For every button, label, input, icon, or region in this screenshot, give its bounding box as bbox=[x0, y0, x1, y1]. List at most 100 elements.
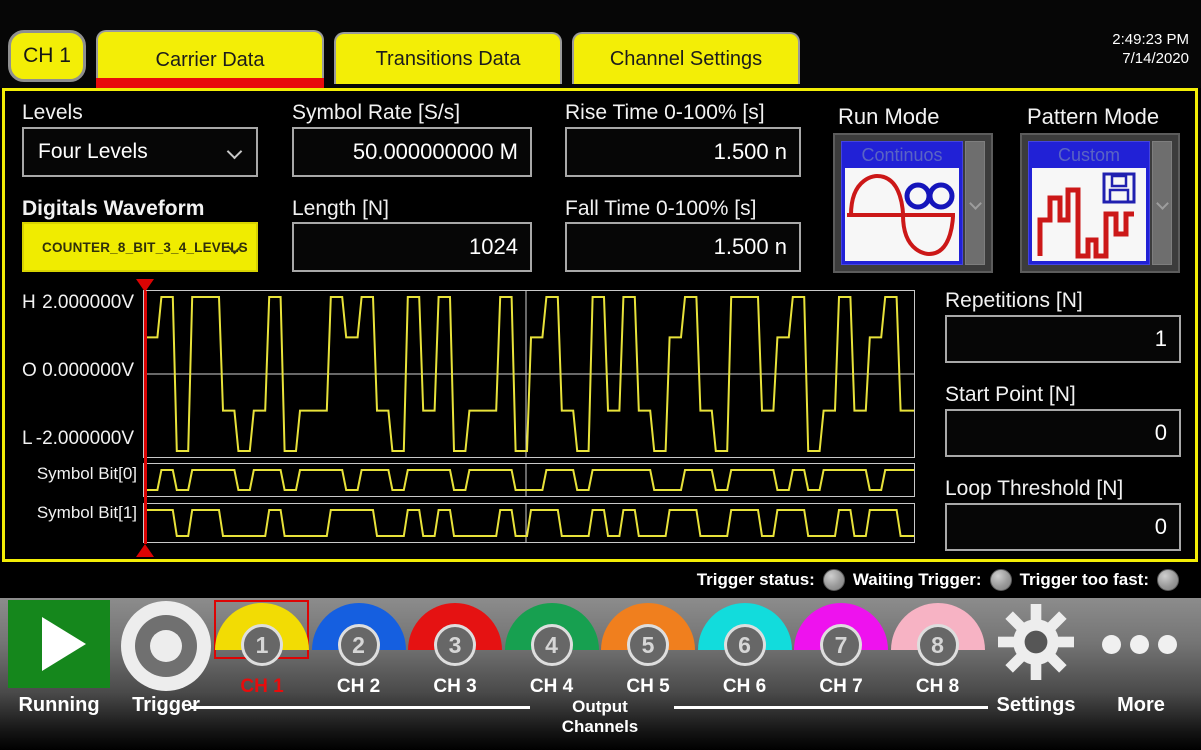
cursor-line[interactable] bbox=[144, 291, 147, 544]
start-point-field[interactable]: 0 bbox=[945, 409, 1181, 457]
tab-channel-settings-label: Channel Settings bbox=[610, 48, 762, 71]
channel-button-ch5[interactable]: 5 CH 5 bbox=[600, 598, 696, 708]
run-mode-label: Run Mode bbox=[838, 104, 940, 130]
rise-time-field[interactable]: 1.500 n bbox=[565, 127, 801, 177]
waiting-trigger-led bbox=[990, 569, 1012, 591]
tab-transitions-data[interactable]: Transitions Data bbox=[334, 32, 562, 84]
symbol-bit0-plot[interactable] bbox=[143, 463, 915, 497]
pattern-mode-dropdown[interactable]: Custom bbox=[1020, 133, 1180, 273]
channel-button-ch4[interactable]: 4CH 4 bbox=[504, 598, 600, 708]
channel-number: 8 bbox=[917, 624, 959, 666]
cursor-bottom-marker[interactable] bbox=[136, 544, 154, 557]
channel-number: 4 bbox=[531, 624, 573, 666]
channel-number: 5 bbox=[627, 624, 669, 666]
tab-channel-settings[interactable]: Channel Settings bbox=[572, 32, 800, 84]
level-zero-tag: O bbox=[22, 360, 37, 382]
trigger-status-label: Trigger status: bbox=[697, 570, 815, 590]
channel-button-ch6[interactable]: 6CH 6 bbox=[697, 598, 793, 708]
symbol-bit1-label: Symbol Bit[1] bbox=[9, 503, 137, 523]
more-label: More bbox=[1101, 694, 1181, 717]
ellipsis-dot bbox=[1158, 635, 1177, 654]
chevron-down-icon bbox=[227, 144, 243, 160]
trigger-button[interactable] bbox=[118, 598, 214, 694]
channel-button-ch3[interactable]: 3 CH 3 bbox=[407, 598, 503, 708]
pattern-mode-value: Custom bbox=[1029, 142, 1149, 168]
carrier-data-panel: Levels Four Levels Digitals Waveform COU… bbox=[2, 88, 1198, 562]
level-high-label: H 2.000000V bbox=[22, 292, 134, 314]
clock-time: 2:49:23 PM bbox=[1112, 30, 1189, 49]
tab-carrier-data[interactable]: Carrier Data bbox=[96, 30, 324, 88]
settings-label: Settings bbox=[996, 694, 1076, 717]
channel-button-ch2[interactable]: 2 CH 2 bbox=[311, 598, 407, 708]
channel-label: CH 5 bbox=[600, 676, 696, 698]
channel-label: CH 2 bbox=[311, 676, 407, 698]
clock: 2:49:23 PM 7/14/2020 bbox=[1112, 30, 1189, 68]
channel-button-ch1[interactable]: 1 CH 1 bbox=[214, 598, 310, 708]
trigger-too-fast-led bbox=[1157, 569, 1179, 591]
output-channels-label: Output Channels bbox=[532, 697, 668, 737]
active-tab-underline bbox=[96, 78, 324, 88]
digitals-waveform-value: COUNTER_8_BIT_3_4_LEVELS bbox=[42, 240, 248, 255]
continuous-sine-infinity-icon bbox=[845, 168, 959, 261]
levels-dropdown[interactable]: Four Levels bbox=[22, 127, 258, 177]
divider-line-left bbox=[190, 706, 530, 709]
bottom-control-bar: Running Trigger 1CH 12CH 23CH 34CH 45CH … bbox=[0, 598, 1201, 750]
chevron-down-icon bbox=[969, 197, 982, 210]
channel-button-ch7[interactable]: 7 CH 7 bbox=[793, 598, 889, 708]
play-icon bbox=[42, 617, 86, 671]
chevron-down-icon bbox=[1156, 197, 1169, 210]
tab-transitions-data-label: Transitions Data bbox=[376, 48, 521, 71]
channel-label: CH 8 bbox=[890, 676, 986, 698]
ellipsis-dot bbox=[1102, 635, 1121, 654]
pattern-mode-image: Custom bbox=[1028, 141, 1150, 265]
clock-date: 7/14/2020 bbox=[1112, 49, 1189, 68]
digitals-waveform-label: Digitals Waveform bbox=[22, 197, 204, 221]
ellipsis-dot bbox=[1130, 635, 1149, 654]
repetitions-label: Repetitions [N] bbox=[945, 289, 1083, 313]
channel-number: 2 bbox=[338, 624, 380, 666]
levels-label: Levels bbox=[22, 101, 83, 125]
analog-waveform-plot[interactable] bbox=[143, 290, 915, 458]
channel-button-ch8[interactable]: 8 CH 8 bbox=[890, 598, 986, 708]
run-mode-dropdown[interactable]: Continuos bbox=[833, 133, 993, 273]
run-stop-button[interactable] bbox=[8, 600, 110, 688]
loop-threshold-field[interactable]: 0 bbox=[945, 503, 1181, 551]
level-high-value: 2.000000V bbox=[42, 292, 134, 314]
symbol-rate-label: Symbol Rate [S/s] bbox=[292, 101, 460, 125]
divider-line-right bbox=[674, 706, 988, 709]
channel-label: CH 1 bbox=[214, 676, 310, 698]
symbol-bit1-plot[interactable] bbox=[143, 503, 915, 543]
settings-button[interactable] bbox=[998, 604, 1074, 680]
fall-time-label: Fall Time 0-100% [s] bbox=[565, 197, 756, 221]
repetitions-field[interactable]: 1 bbox=[945, 315, 1181, 363]
channel-label: CH 7 bbox=[793, 676, 889, 698]
channel-number: 3 bbox=[434, 624, 476, 666]
pattern-mode-label: Pattern Mode bbox=[1027, 104, 1159, 130]
trigger-status-led bbox=[823, 569, 845, 591]
gear-icon bbox=[998, 604, 1074, 680]
tab-carrier-data-label: Carrier Data bbox=[156, 49, 265, 72]
channel-number: 6 bbox=[724, 624, 766, 666]
fall-time-field[interactable]: 1.500 n bbox=[565, 222, 801, 272]
levels-value: Four Levels bbox=[38, 140, 148, 164]
level-low-value: -2.000000V bbox=[36, 428, 134, 450]
more-button[interactable] bbox=[1102, 635, 1177, 654]
channel-number: 7 bbox=[820, 624, 862, 666]
channel-label: CH 3 bbox=[407, 676, 503, 698]
level-zero-value: 0.000000V bbox=[42, 360, 134, 382]
rise-time-label: Rise Time 0-100% [s] bbox=[565, 101, 765, 125]
level-low-label: L -2.000000V bbox=[22, 428, 134, 450]
channel-indicator-button[interactable]: CH 1 bbox=[8, 30, 86, 82]
run-mode-scrollbar[interactable] bbox=[965, 141, 985, 265]
digitals-waveform-dropdown[interactable]: COUNTER_8_BIT_3_4_LEVELS bbox=[22, 222, 258, 272]
length-field[interactable]: 1024 bbox=[292, 222, 532, 272]
custom-pattern-floppy-icon bbox=[1032, 168, 1146, 261]
running-label: Running bbox=[8, 694, 110, 717]
trigger-status-row: Trigger status: Waiting Trigger: Trigger… bbox=[0, 562, 1201, 598]
top-bar: CH 1 Carrier Data Transitions Data Chann… bbox=[0, 0, 1201, 88]
level-zero-label: O 0.000000V bbox=[22, 360, 134, 382]
channel-number: 1 bbox=[241, 624, 283, 666]
symbol-rate-field[interactable]: 50.000000000 M bbox=[292, 127, 532, 177]
loop-threshold-label: Loop Threshold [N] bbox=[945, 477, 1123, 501]
pattern-mode-scrollbar[interactable] bbox=[1152, 141, 1172, 265]
